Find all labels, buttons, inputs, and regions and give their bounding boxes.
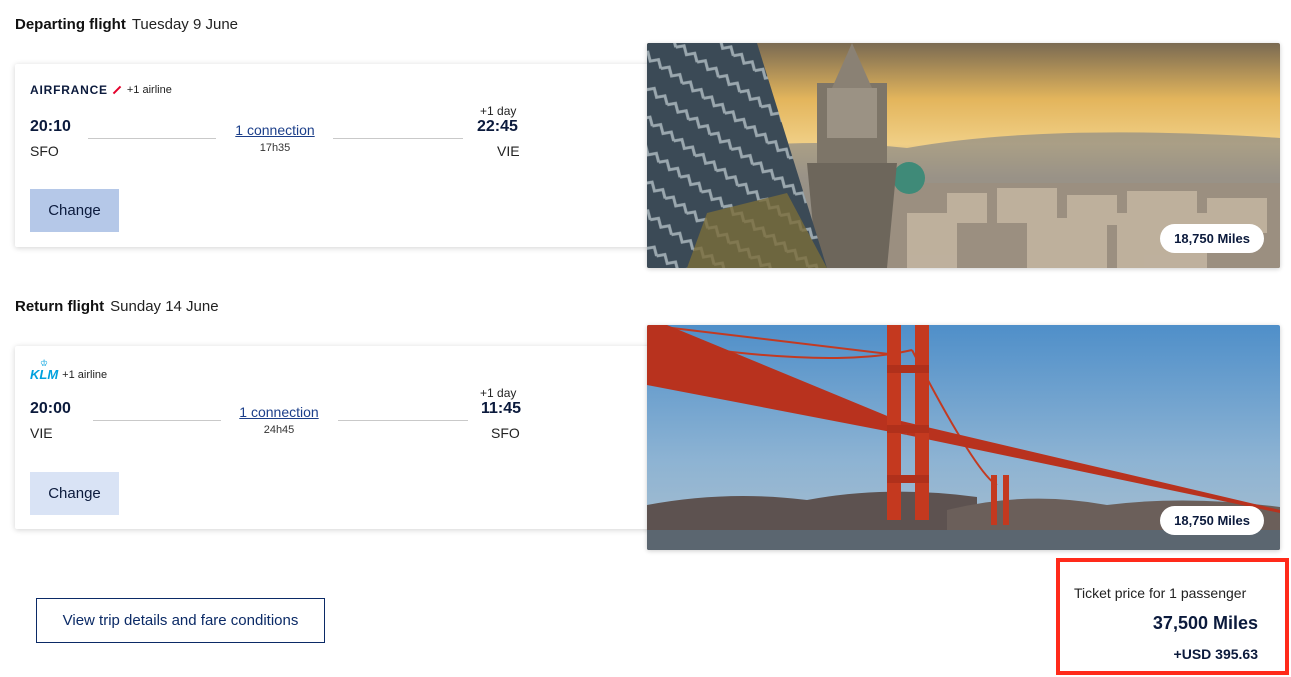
- departing-flight-card: AIRFRANCE +1 airline 20:10 SFO 1 connect…: [15, 64, 655, 247]
- departing-connection-link[interactable]: 1 connection: [220, 122, 330, 138]
- air-france-logo: AIRFRANCE: [30, 83, 122, 97]
- departing-departure-airport: SFO: [30, 143, 59, 159]
- ticket-price-usd: +USD 395.63: [1173, 646, 1258, 662]
- return-airline-row: ♔ KLM +1 airline: [30, 358, 108, 382]
- san-francisco-destination-image: 18,750 Miles: [647, 325, 1280, 550]
- return-route-line-left: [93, 420, 221, 421]
- departing-plus-day: +1 day: [480, 104, 517, 118]
- return-plus-day: +1 day: [480, 386, 517, 400]
- return-title: Return flight: [15, 298, 105, 315]
- ticket-price-box: Ticket price for 1 passenger 37,500 Mile…: [1056, 558, 1289, 675]
- return-miles-badge: 18,750 Miles: [1160, 506, 1264, 535]
- return-change-button[interactable]: Change: [30, 472, 119, 515]
- vienna-destination-image: 18,750 Miles: [647, 43, 1280, 268]
- return-additional-airlines: +1 airline: [62, 369, 108, 381]
- departing-change-button[interactable]: Change: [30, 189, 119, 232]
- ticket-price-miles: 37,500 Miles: [1152, 613, 1258, 633]
- return-departure-time: 20:00: [30, 400, 71, 417]
- return-route-line-right: [338, 420, 468, 421]
- departing-date: Tuesday 9 June: [131, 16, 239, 33]
- departing-title: Departing flight: [15, 16, 126, 33]
- departing-section-title: Departing flight Tuesday 9 June: [15, 16, 238, 33]
- departing-route-line-right: [333, 138, 463, 139]
- departing-miles-badge: 18,750 Miles: [1160, 224, 1264, 253]
- departing-additional-airlines: +1 airline: [126, 84, 172, 96]
- departing-arrival-airport: VIE: [497, 143, 520, 159]
- departing-departure-time: 20:10: [30, 118, 71, 135]
- departing-arrival-time: 22:45: [477, 118, 518, 135]
- departing-duration: 17h35: [259, 142, 291, 154]
- klm-logo: ♔ KLM: [30, 358, 59, 382]
- return-date: Sunday 14 June: [110, 298, 219, 315]
- return-duration: 24h45: [263, 424, 295, 436]
- return-arrival-time: 11:45: [481, 400, 522, 417]
- departing-airline-row: AIRFRANCE +1 airline: [30, 83, 172, 97]
- view-trip-details-button[interactable]: View trip details and fare conditions: [36, 598, 325, 643]
- return-connection-link[interactable]: 1 connection: [224, 404, 334, 420]
- departing-route-line-left: [88, 138, 216, 139]
- return-flight-card: ♔ KLM +1 airline 20:00 VIE 1 connection …: [15, 346, 655, 529]
- return-arrival-airport: SFO: [491, 425, 520, 441]
- return-section-title: Return flight Sunday 14 June: [15, 298, 219, 315]
- ticket-price-label: Ticket price for 1 passenger: [1074, 585, 1247, 601]
- return-departure-airport: VIE: [30, 425, 53, 441]
